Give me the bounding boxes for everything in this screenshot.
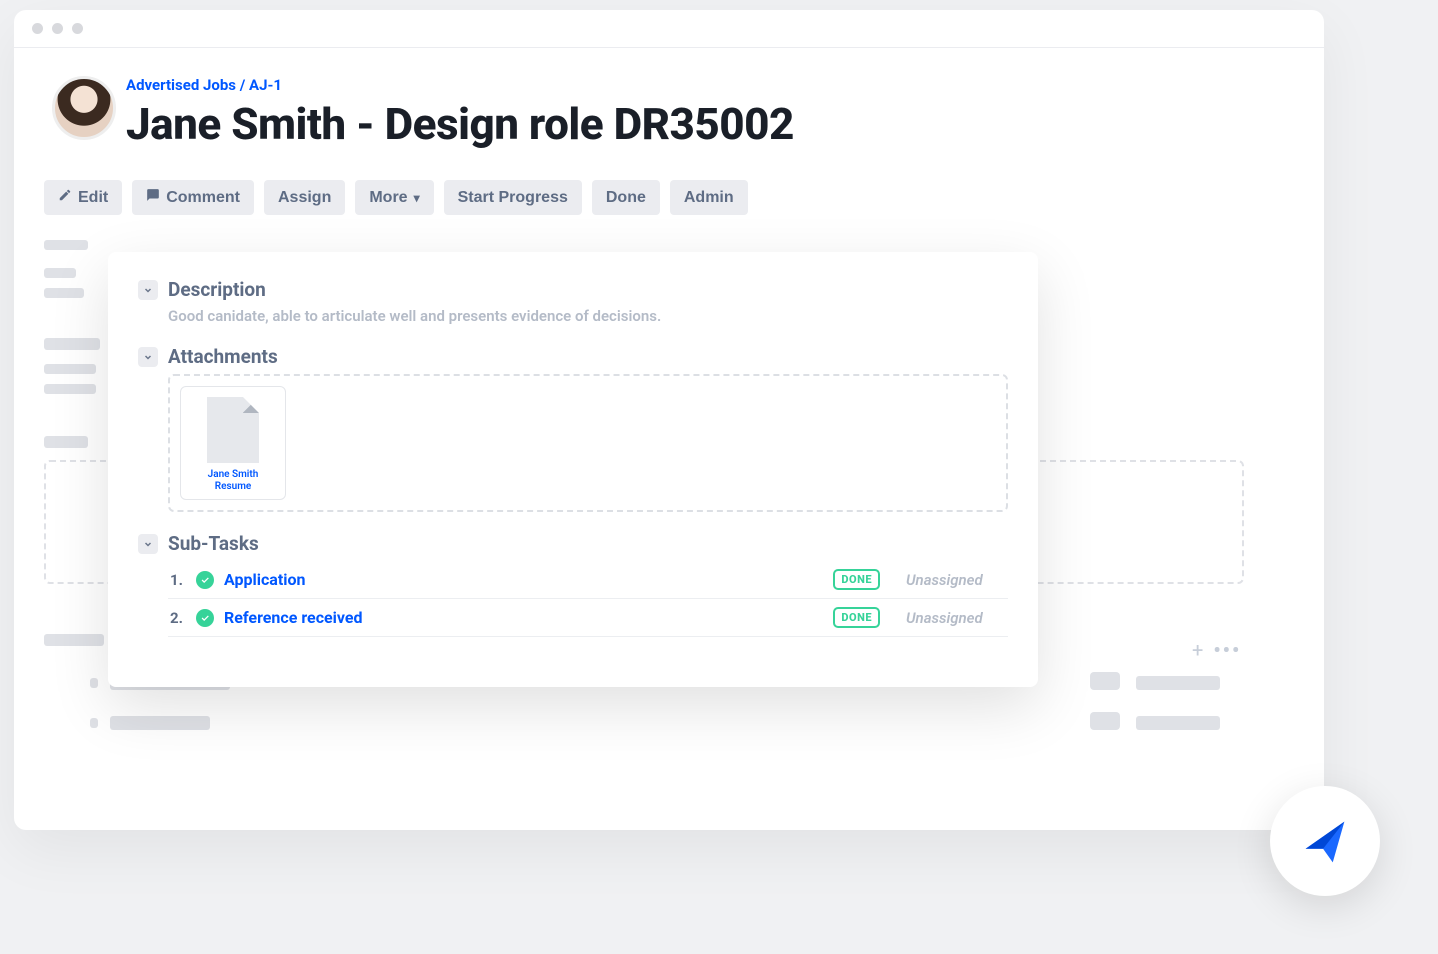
comment-icon <box>146 188 160 207</box>
skeleton <box>1090 712 1120 730</box>
start-progress-button[interactable]: Start Progress <box>444 180 582 215</box>
subtask-row[interactable]: 2. Reference received DONE Unassigned <box>168 599 1008 637</box>
description-text: Good canidate, able to articulate well a… <box>168 307 1008 325</box>
traffic-light-dot <box>72 23 83 34</box>
assign-label: Assign <box>278 189 331 207</box>
chevron-down-icon <box>142 538 154 550</box>
description-section-header: Description <box>138 278 1008 301</box>
file-icon <box>207 397 259 463</box>
done-button[interactable]: Done <box>592 180 660 215</box>
status-badge: DONE <box>833 569 880 590</box>
skeleton <box>44 240 88 250</box>
check-circle-icon <box>196 571 214 589</box>
skeleton <box>44 338 100 350</box>
check-circle-icon <box>196 609 214 627</box>
description-body: Good canidate, able to articulate well a… <box>168 307 1008 325</box>
comment-label: Comment <box>166 189 240 207</box>
content: Advertised Jobs / AJ-1 Jane Smith - Desi… <box>14 48 1324 88</box>
subtasks-section-header: Sub-Tasks <box>138 532 1008 555</box>
subtask-number: 2. <box>170 609 186 627</box>
start-progress-label: Start Progress <box>458 189 568 207</box>
skeleton <box>1090 672 1120 690</box>
skeleton <box>90 678 98 688</box>
skeleton <box>1136 676 1220 690</box>
subtask-assignee: Unassigned <box>906 609 1006 627</box>
add-more-icons[interactable]: + ••• <box>1192 638 1241 662</box>
chevron-down-icon <box>142 351 154 363</box>
more-button[interactable]: More ▾ <box>355 180 433 215</box>
collapse-attachments-button[interactable] <box>138 347 158 367</box>
admin-button[interactable]: Admin <box>670 180 748 215</box>
attachment-file[interactable]: Jane Smith Resume <box>180 386 286 500</box>
attachments-body: Jane Smith Resume <box>168 374 1008 512</box>
skeleton <box>44 288 84 298</box>
traffic-light-dot <box>52 23 63 34</box>
admin-label: Admin <box>684 189 734 207</box>
page-title: Jane Smith - Design role DR35002 <box>126 98 794 150</box>
plus-icon: + <box>1192 638 1203 662</box>
subtask-assignee: Unassigned <box>906 571 1006 589</box>
subtasks-heading: Sub-Tasks <box>168 532 259 555</box>
skeleton <box>110 716 210 730</box>
attachment-name: Jane Smith Resume <box>189 469 277 493</box>
collapse-description-button[interactable] <box>138 280 158 300</box>
assign-button[interactable]: Assign <box>264 180 345 215</box>
skeleton <box>44 364 96 374</box>
subtask-name: Reference received <box>224 608 823 627</box>
avatar[interactable] <box>52 76 116 140</box>
toolbar: Edit Comment Assign More ▾ Start Progres… <box>44 180 748 215</box>
skeleton <box>44 436 88 448</box>
edit-label: Edit <box>78 189 108 207</box>
more-icon: ••• <box>1213 638 1241 662</box>
done-label: Done <box>606 189 646 207</box>
subtask-row[interactable]: 1. Application DONE Unassigned <box>168 561 1008 599</box>
detail-card: Description Good canidate, able to artic… <box>108 252 1038 687</box>
window-chrome <box>14 10 1324 48</box>
more-label: More <box>369 189 407 207</box>
edit-button[interactable]: Edit <box>44 180 122 215</box>
chevron-down-icon <box>142 284 154 296</box>
collapse-subtasks-button[interactable] <box>138 534 158 554</box>
attachments-dropzone[interactable]: Jane Smith Resume <box>168 374 1008 512</box>
send-plane-icon <box>1294 810 1356 872</box>
pencil-icon <box>58 188 72 207</box>
chevron-down-icon: ▾ <box>414 191 420 205</box>
traffic-light-dot <box>32 23 43 34</box>
app-window: Advertised Jobs / AJ-1 Jane Smith - Desi… <box>14 10 1324 830</box>
attachments-section-header: Attachments <box>138 345 1008 368</box>
skeleton <box>90 718 98 728</box>
skeleton <box>44 384 96 394</box>
help-fab[interactable] <box>1270 786 1380 896</box>
attachments-heading: Attachments <box>168 345 278 368</box>
skeleton <box>44 268 76 278</box>
subtasks-body: 1. Application DONE Unassigned 2. Refere… <box>168 561 1008 637</box>
status-badge: DONE <box>833 607 880 628</box>
comment-button[interactable]: Comment <box>132 180 254 215</box>
subtask-name: Application <box>224 570 823 589</box>
description-heading: Description <box>168 278 266 301</box>
skeleton <box>44 634 104 646</box>
breadcrumb[interactable]: Advertised Jobs / AJ-1 <box>126 76 282 94</box>
skeleton <box>1136 716 1220 730</box>
subtask-number: 1. <box>170 571 186 589</box>
